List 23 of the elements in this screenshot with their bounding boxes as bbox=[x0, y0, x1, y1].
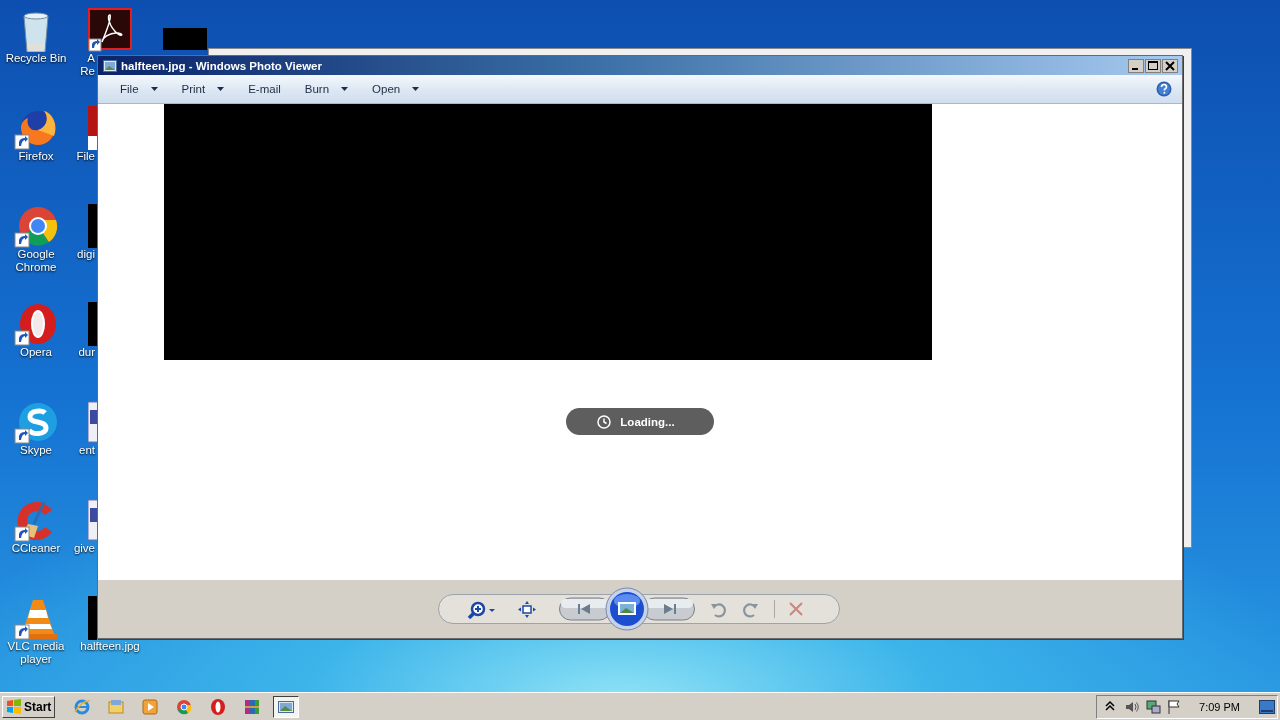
menu-button[interactable]: Print bbox=[173, 80, 233, 98]
menu-button[interactable]: Open bbox=[364, 80, 428, 98]
icon-label[interactable]: Opera bbox=[20, 346, 52, 359]
icon-label[interactable]: give bbox=[73, 542, 95, 555]
menu-button[interactable]: Burn bbox=[296, 80, 357, 98]
icon-label[interactable]: ent bbox=[79, 444, 95, 457]
icon-label[interactable]: Firefox bbox=[18, 150, 54, 163]
icon-label[interactable]: Skype bbox=[20, 444, 52, 457]
icon-label[interactable]: dur bbox=[78, 346, 95, 359]
clock-text[interactable]: 7:09 PM bbox=[1199, 700, 1240, 713]
window-title: halfteen.jpg - Windows Photo Viewer bbox=[121, 59, 322, 72]
icon-label[interactable]: CCleaner bbox=[11, 542, 61, 555]
menu-button[interactable]: E-mail bbox=[240, 80, 289, 98]
icon-label[interactable]: digi bbox=[77, 248, 95, 261]
start-button[interactable]: Start bbox=[2, 695, 56, 718]
icon-label[interactable]: File bbox=[76, 150, 95, 163]
loading-text: Loading... bbox=[620, 415, 675, 428]
menu-button[interactable]: File bbox=[112, 80, 166, 98]
icon-label[interactable]: Recycle Bin bbox=[5, 52, 67, 65]
icon-label[interactable]: Chrome bbox=[15, 261, 57, 274]
icon-label[interactable]: Google bbox=[17, 248, 55, 261]
icon-label[interactable]: A bbox=[87, 52, 95, 65]
icon-label[interactable]: Re bbox=[80, 65, 95, 78]
